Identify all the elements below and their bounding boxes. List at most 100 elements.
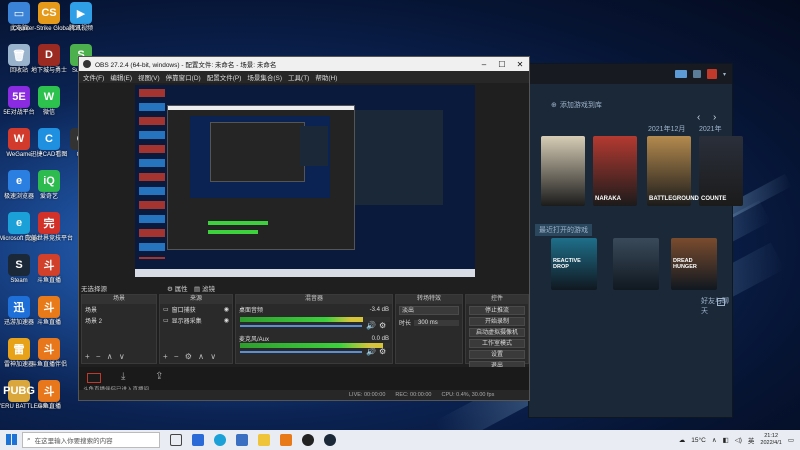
control-button[interactable]: 设置 [469,350,525,359]
chevron-left-icon[interactable]: ‹ [697,112,700,123]
app-icon: 斗 [38,380,60,402]
desktop-icon[interactable]: ▶ 腾讯视频 [64,2,98,42]
obs-menu-item[interactable]: 帮助(H) [315,72,337,82]
steam-window[interactable]: ▾ ⊕ 添加游戏到库 2021年12月 2021年 ‹ › NARAKA BATT… [528,63,743,418]
steam-add-game-button[interactable]: ⊕ 添加游戏到库 [551,100,602,110]
gear-icon[interactable]: ⚙ [379,347,386,356]
desktop-icon[interactable]: 🗑 回收站 [2,44,36,84]
desktop-icon[interactable]: ▭ 此电脑 [2,2,36,42]
speaker-icon[interactable]: 🔊 [366,347,376,356]
desktop-icon[interactable]: e Microsoft Edge [0,212,39,252]
desktop-icon-label: 迅游加速器 [3,320,34,326]
obs-preview[interactable] [135,85,475,277]
temperature-label: 15°C [691,436,706,444]
transition-duration-input[interactable]: 300 ms [414,319,459,326]
obs-menu-item[interactable]: 文件(F) [83,72,104,82]
properties-button[interactable]: ⚙ 属性 [167,283,188,293]
desktop-icon[interactable]: 迅迅游加速器 [2,296,36,336]
eye-icon[interactable]: ◉ [224,306,229,313]
obs-window[interactable]: OBS 27.2.4 (64-bit, windows) - 配置文件: 未命名… [78,56,530,401]
ime-indicator[interactable]: 英 [748,435,755,445]
desktop-icon[interactable]: 斗斗鱼直播 [32,296,66,336]
desktop-icon[interactable]: 完完美世界竞技平台 [25,212,73,252]
desktop-icon[interactable]: W 微信 [32,86,66,126]
steam-notification-icon[interactable] [692,70,701,78]
obs-menu-item[interactable]: 视图(V) [138,72,160,82]
steam-game-tile[interactable]: BATTLEGROUNDS [647,136,703,206]
taskbar-search-box[interactable]: ⌕ 在这里输入你要搜索的内容 [22,432,160,448]
source-item[interactable]: ▭ 显示器采集 ◉ [160,315,232,326]
steam-game-tile[interactable]: NARAKA [593,136,637,206]
desktop-icon[interactable]: iQ 爱奇艺 [32,170,66,210]
desktop-icon[interactable]: C 迅捷CAD看图 [31,128,67,168]
broadcast-icon[interactable] [87,373,101,383]
desktop-icon[interactable]: PUBGPLAYERU BATTLEGR... [0,380,52,420]
steam-taskbar-icon[interactable] [324,434,336,446]
volume-icon[interactable]: ◁) [735,436,742,444]
desktop-icon-label: Steam [10,278,28,284]
network-icon[interactable]: ◧ [723,436,729,444]
start-menu-icon[interactable] [6,434,17,445]
desktop-icon[interactable]: 雷雷神加速器 [2,338,36,378]
gear-icon[interactable]: ⚙ [379,321,386,330]
speaker-icon[interactable]: 🔊 [366,321,376,330]
edge-icon[interactable] [214,434,226,446]
file-explorer-icon[interactable] [258,434,270,446]
obs-menu-item[interactable]: 工具(T) [288,72,309,82]
app-icon: 斗 [38,338,60,360]
clock[interactable]: 21:12 2022/4/1 [760,433,781,447]
widgets-icon[interactable] [192,434,204,446]
control-button[interactable]: 开始录制 [469,317,525,326]
steam-game-tile[interactable]: COUNTE [699,136,743,206]
control-button[interactable]: 工作室模式 [469,339,525,348]
obs-menu-item[interactable]: 场景集合(S) [247,72,282,82]
steam-user-menu[interactable]: ▾ [723,71,726,78]
notification-icon[interactable]: ▭ [788,436,794,444]
weather-icon[interactable]: ☁ [679,436,686,444]
desktop-icon[interactable]: 斗斗鱼直播 [32,254,66,294]
desktop-icon[interactable]: W WeGame [2,128,36,168]
obs-taskbar-icon[interactable] [302,434,314,446]
steam-game-tile[interactable]: REACTIVE DROP [551,238,597,290]
desktop-icon[interactable]: 斗斗鱼直播 [32,380,66,420]
add-friend-icon[interactable]: + [717,298,725,306]
chevron-up-icon[interactable]: ∧ [712,436,717,444]
chevron-right-icon[interactable]: › [713,112,716,123]
desktop-icon[interactable]: 斗斗鱼直播伴侣 [31,338,67,378]
volume-slider[interactable] [240,351,362,353]
minimize-icon[interactable]: – [475,60,493,69]
monitor-icon: ▭ [163,307,169,313]
filters-button[interactable]: ▤ 滤镜 [194,283,215,293]
volume-slider[interactable] [240,325,362,327]
douyu-icon[interactable] [280,434,292,446]
eye-icon[interactable]: ◉ [224,317,229,324]
transition-select[interactable]: 淡出 [399,306,459,315]
scene-item[interactable]: 场景 [82,304,156,315]
task-view-icon[interactable] [170,434,182,446]
source-item[interactable]: ▭ 窗口捕获 ◉ [160,304,232,315]
maximize-icon[interactable]: ☐ [493,60,511,69]
control-button[interactable]: 启动虚拟摄像机 [469,328,525,337]
upload-icon[interactable]: ⇪ [155,371,163,382]
download-icon[interactable]: ⤓ [121,371,125,382]
desktop-icon[interactable]: 5E 5E对战平台 [2,86,36,126]
desktop-icon[interactable]: CS Counter-Strike Global Off... [13,2,85,42]
store-icon[interactable] [236,434,248,446]
desktop-icon[interactable]: S Steam [2,254,36,294]
scenes-dock-toolbar[interactable]: + − ∧ ∨ [85,352,127,361]
close-icon[interactable]: ✕ [511,60,529,69]
obs-menu-item[interactable]: 配置文件(P) [207,72,242,82]
control-button[interactable]: 停止推流 [469,306,525,315]
steam-game-tile[interactable] [613,238,659,290]
steam-broadcast-icon[interactable] [674,70,687,78]
steam-game-tile[interactable] [541,136,585,206]
sources-dock-toolbar[interactable]: + − ⚙ ∧ ∨ [163,352,218,361]
scene-item[interactable]: 场景 2 [82,315,156,326]
desktop-icon[interactable]: D 地下城与勇士 [31,44,67,84]
steam-game-tile[interactable]: DREAD HUNGER [671,238,717,290]
obs-menu-item[interactable]: 停靠窗口(D) [166,72,201,82]
obs-menu-item[interactable]: 编辑(E) [110,72,132,82]
desktop-icon[interactable]: e 极速浏览器 [2,170,36,210]
transition-duration-label: 时长 [399,321,412,327]
avatar[interactable] [706,69,717,79]
